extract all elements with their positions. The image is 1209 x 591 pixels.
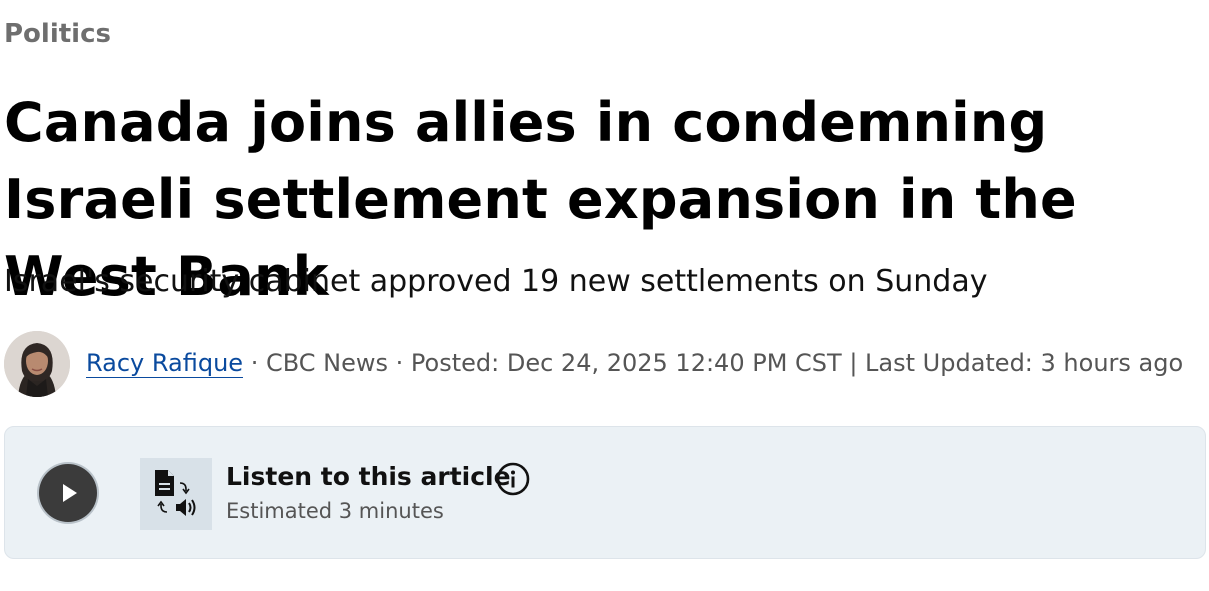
author-avatar[interactable] <box>4 331 70 397</box>
text-to-speech-tile <box>140 458 212 530</box>
updated-value: 3 hours ago <box>1040 349 1184 377</box>
author-photo <box>4 331 70 397</box>
category-link[interactable]: Politics <box>4 16 111 52</box>
info-icon <box>496 462 530 496</box>
play-button[interactable] <box>39 464 97 522</box>
listen-title: Listen to this article <box>226 462 511 491</box>
byline: Racy Rafique · CBC News · Posted: Dec 24… <box>86 346 1183 380</box>
article-deck: Israel's security cabinet approved 19 ne… <box>4 264 988 299</box>
play-icon <box>63 484 77 502</box>
author-link[interactable]: Racy Rafique <box>86 349 244 378</box>
posted-label: Posted: <box>410 349 500 377</box>
audio-player: Listen to this article Estimated 3 minut… <box>4 426 1206 559</box>
text-to-speech-icon <box>155 470 196 516</box>
listen-duration: Estimated 3 minutes <box>226 499 444 523</box>
outlet-name: CBC News <box>265 349 389 377</box>
byline-separator: · <box>243 349 266 377</box>
updated-label: Last Updated: <box>865 349 1033 377</box>
byline-separator: · <box>388 349 411 377</box>
byline-divider: | <box>841 349 866 377</box>
posted-date: Dec 24, 2025 12:40 PM CST <box>506 349 842 377</box>
info-button[interactable] <box>496 462 530 496</box>
